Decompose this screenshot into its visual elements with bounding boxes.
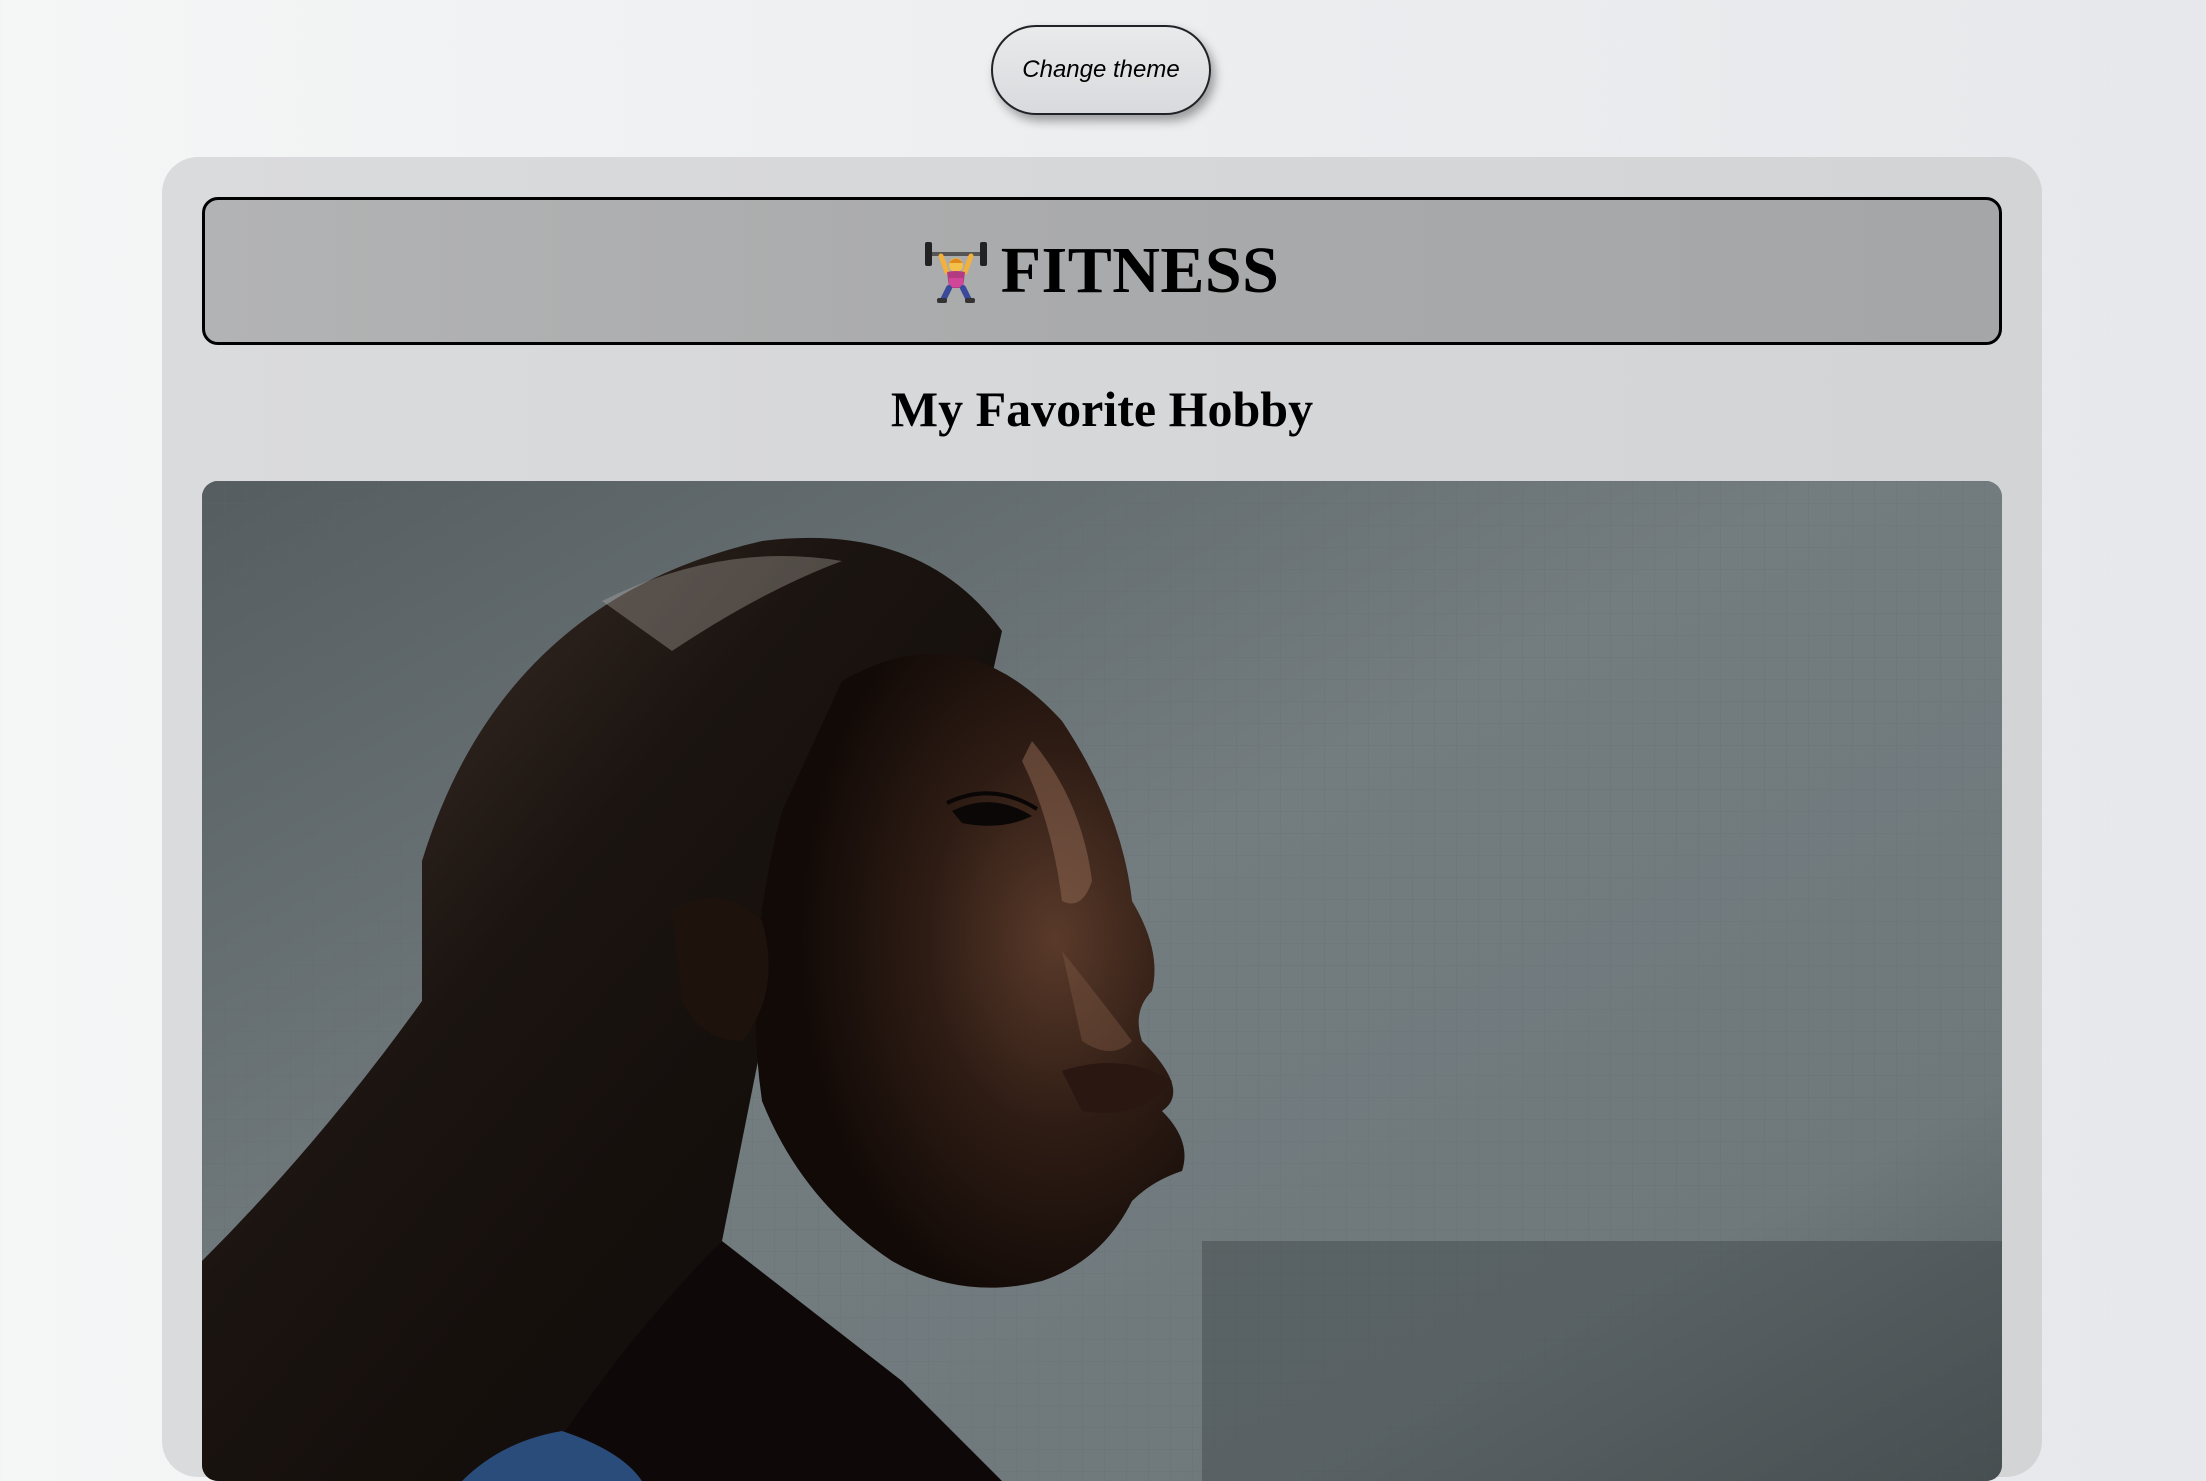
hobby-card: FITNESS My Favorite Hobby xyxy=(162,157,2042,1481)
hobby-photo xyxy=(202,481,2002,1481)
header-title: FITNESS xyxy=(1000,234,1280,307)
page-subtitle: My Favorite Hobby xyxy=(890,381,1314,437)
athlete-portrait-image xyxy=(202,481,2002,1481)
header-content: FITNESS xyxy=(924,233,1280,309)
weightlifter-icon xyxy=(924,238,987,304)
change-theme-button[interactable]: Change theme xyxy=(991,25,1211,115)
header-banner: FITNESS xyxy=(202,197,2002,345)
